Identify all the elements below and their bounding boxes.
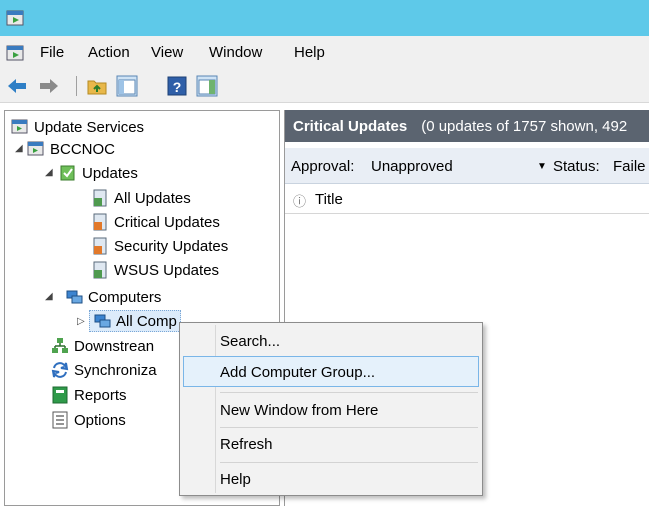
collapse-arrow-icon[interactable]: ◢ <box>15 144 25 154</box>
menu-item-refresh[interactable]: Refresh <box>220 430 273 458</box>
reports-icon <box>52 386 68 404</box>
toolbar-separator <box>76 76 77 96</box>
tree-node-all-updates[interactable]: All Updates <box>91 187 191 209</box>
downstream-servers-icon <box>52 338 68 353</box>
tree-label: BCCNOC <box>50 140 116 158</box>
approval-dropdown[interactable]: Unapproved <box>371 158 453 175</box>
toolbar: ? <box>0 69 649 103</box>
menu-item-help[interactable]: Help <box>220 465 251 493</box>
menu-view[interactable]: View <box>151 44 183 61</box>
menu-separator <box>220 427 478 428</box>
wsus-icon <box>11 119 28 134</box>
menu-window[interactable]: Window <box>209 44 262 61</box>
tree-label: Update Services <box>34 118 145 136</box>
menu-item-new-window-from-here[interactable]: New Window from Here <box>220 396 378 424</box>
menu-action[interactable]: Action <box>88 44 130 61</box>
results-header: Critical Updates (0 updates of 1757 show… <box>285 110 649 142</box>
filter-bar: Approval: Unapproved ▼ Status: Faile <box>285 148 649 184</box>
tree-label: Computers <box>88 288 162 306</box>
server-icon <box>27 141 44 156</box>
tree-node-wsus-updates[interactable]: WSUS Updates <box>91 259 219 281</box>
tree-label: Security Updates <box>114 237 229 255</box>
menu-bar: File Action View Window Help <box>0 36 649 69</box>
tree-node-synchronizations[interactable]: Synchroniza <box>51 359 157 381</box>
tree-label: All Comp <box>116 312 177 330</box>
tree-label: Updates <box>82 164 138 182</box>
forward-icon[interactable] <box>38 75 60 97</box>
wsus-app-icon[interactable] <box>6 43 26 63</box>
menu-icon-gutter <box>215 325 216 493</box>
tree-label: WSUS Updates <box>114 261 220 279</box>
tree-label: Downstrean <box>74 337 155 355</box>
collapse-arrow-icon[interactable]: ◢ <box>45 168 55 178</box>
approval-label: Approval: <box>291 158 355 175</box>
tree-label: Critical Updates <box>114 213 220 231</box>
updates-folder-icon <box>60 165 75 181</box>
update-view-icon <box>93 189 107 207</box>
security-update-icon <box>93 237 107 255</box>
options-icon <box>52 411 68 429</box>
tree-label: Synchroniza <box>74 361 157 379</box>
view-summary: (0 updates of 1757 shown, 492 <box>421 117 628 135</box>
synchronization-icon <box>51 362 69 378</box>
view-title: Critical Updates <box>293 117 408 135</box>
title-bar <box>0 0 649 36</box>
wsus-update-icon <box>93 261 107 279</box>
up-folder-icon[interactable] <box>86 75 108 97</box>
tree-node-update-services[interactable]: Update Services <box>11 116 144 138</box>
context-menu: Search... Add Computer Group... New Wind… <box>179 322 483 496</box>
status-dropdown[interactable]: Faile <box>613 158 646 175</box>
tree-label: All Updates <box>114 189 191 207</box>
dropdown-arrow-icon[interactable]: ▼ <box>537 161 547 172</box>
tree-node-downstream-servers[interactable]: Downstrean <box>51 335 154 357</box>
column-header-row: ⓘ Title <box>285 186 649 214</box>
critical-update-icon <box>93 213 107 231</box>
help-icon[interactable]: ? <box>166 75 188 97</box>
menu-separator <box>220 392 478 393</box>
menu-file[interactable]: File <box>40 44 64 61</box>
tree-node-critical-updates[interactable]: Critical Updates <box>91 211 220 233</box>
info-column-icon[interactable]: ⓘ <box>293 191 306 210</box>
menu-item-add-computer-group[interactable]: Add Computer Group... <box>220 358 375 386</box>
tree-node-reports[interactable]: Reports <box>51 384 127 406</box>
expand-arrow-icon[interactable]: ▷ <box>77 317 87 327</box>
tree-label: Options <box>74 411 126 429</box>
menu-help[interactable]: Help <box>294 44 325 61</box>
menu-item-search[interactable]: Search... <box>220 327 280 355</box>
tree-label: Reports <box>74 386 127 404</box>
tree-node-computers[interactable]: Computers <box>65 286 161 308</box>
svg-text:?: ? <box>173 79 182 95</box>
tree-node-options[interactable]: Options <box>51 409 126 431</box>
tree-node-server[interactable]: BCCNOC <box>27 138 115 160</box>
computer-group-icon <box>94 314 111 328</box>
show-hide-action-pane-icon[interactable] <box>196 75 218 97</box>
show-hide-tree-icon[interactable] <box>116 75 138 97</box>
tree-node-updates[interactable]: Updates <box>59 162 138 184</box>
status-label: Status: <box>553 158 600 175</box>
collapse-arrow-icon[interactable]: ◢ <box>45 292 55 302</box>
tree-node-security-updates[interactable]: Security Updates <box>91 235 228 257</box>
back-icon[interactable] <box>6 75 28 97</box>
menu-separator <box>220 462 478 463</box>
wsus-app-icon <box>6 10 24 26</box>
column-title[interactable]: Title <box>315 191 343 208</box>
tree-node-all-computers[interactable]: All Comp <box>89 310 181 332</box>
computers-icon <box>66 290 83 304</box>
